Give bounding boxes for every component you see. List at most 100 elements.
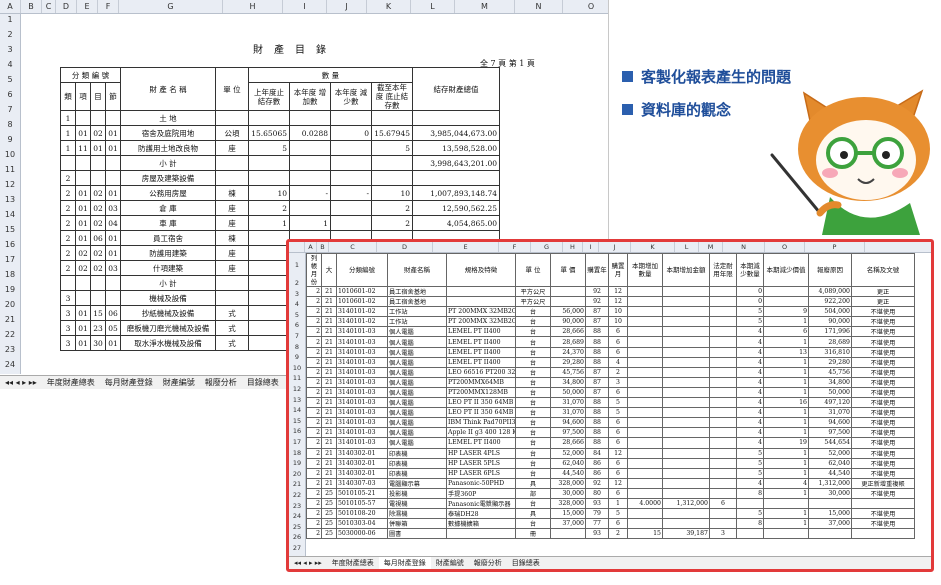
cell[interactable]: [709, 437, 737, 449]
cell[interactable]: [662, 457, 710, 469]
table-row[interactable]: 2 21 3140101-03 個人電腦 LEMEL PT II400 台 28,666 88…: [306, 326, 915, 338]
cell[interactable]: [550, 285, 586, 298]
table-row[interactable]: 2213140101-03個人電腦LEO 66516 PT200 32MB台45…: [306, 366, 915, 378]
cell[interactable]: [446, 285, 516, 298]
cell[interactable]: 29,280: [808, 356, 852, 368]
table-row[interactable]: 2 21 3140101-03 個人電腦 LEO PT II 350 64MB 台 31,0…: [306, 407, 915, 419]
column-header-h[interactable]: H: [223, 0, 283, 13]
cell[interactable]: 6: [608, 326, 628, 338]
table-row[interactable]: 2 21 3140307-03 電腦顯示幕 Panasonic-50PHD 具 328,00…: [306, 477, 915, 489]
cell[interactable]: 3140101-02: [336, 306, 388, 318]
row-header[interactable]: 2: [289, 279, 305, 287]
cell[interactable]: 印表機: [387, 467, 447, 479]
cell[interactable]: 6: [608, 487, 628, 499]
cell[interactable]: 87: [585, 366, 609, 378]
cell[interactable]: 3140101-03: [336, 336, 388, 348]
table-row[interactable]: 2 21 3140101-03 個人電腦 LEMEL PT II400 台 29,280 88…: [306, 356, 915, 368]
cell[interactable]: [709, 376, 737, 388]
cell[interactable]: 3140101-03: [336, 417, 388, 429]
cell[interactable]: 39,187: [662, 528, 710, 540]
table-row[interactable]: 1 11 01 01 防護用土地改良物座 5 5 13,598,528.00: [60, 140, 500, 156]
cell[interactable]: 21: [321, 346, 337, 358]
cell[interactable]: [851, 497, 915, 510]
cell[interactable]: 34,800: [808, 376, 852, 388]
column-header-i[interactable]: I: [283, 0, 327, 13]
cell[interactable]: HP LASER 4PLS: [446, 447, 516, 459]
row-header[interactable]: 17: [0, 255, 20, 264]
cell[interactable]: 冊: [515, 528, 551, 540]
cell[interactable]: [627, 346, 663, 358]
cell[interactable]: 21: [321, 306, 337, 318]
cell[interactable]: 3140101-03: [336, 397, 388, 409]
cell[interactable]: [736, 497, 764, 510]
cell[interactable]: 4: [736, 336, 764, 348]
row-header[interactable]: 14: [0, 210, 20, 219]
column-header-b[interactable]: B: [21, 0, 42, 13]
cell[interactable]: 88: [585, 407, 609, 419]
cell[interactable]: 6: [608, 457, 628, 469]
cell[interactable]: [662, 316, 710, 328]
row-header[interactable]: 25: [289, 523, 305, 531]
cell[interactable]: [627, 336, 663, 348]
cell[interactable]: 泰瑞DH28: [446, 508, 516, 520]
column-header-k[interactable]: K: [367, 0, 411, 13]
cell[interactable]: 21: [321, 447, 337, 459]
cell[interactable]: 21: [321, 407, 337, 419]
cell[interactable]: 1: [763, 376, 809, 388]
column-header-p[interactable]: P: [805, 242, 865, 252]
sheet-tab[interactable]: 年度財產總表: [327, 557, 379, 569]
cell[interactable]: 2: [306, 477, 322, 489]
cell[interactable]: [709, 477, 737, 489]
sheet-tab[interactable]: 每月財產登錄: [378, 557, 431, 569]
cell[interactable]: 15,000: [808, 508, 852, 520]
cell[interactable]: 25: [321, 508, 337, 520]
cell[interactable]: [627, 467, 663, 479]
cell[interactable]: [709, 356, 737, 368]
cell[interactable]: 5: [608, 397, 628, 409]
cell[interactable]: [709, 518, 737, 530]
cell[interactable]: 3140101-03: [336, 346, 388, 358]
cell[interactable]: 1: [763, 386, 809, 399]
cell[interactable]: 1: [763, 366, 809, 378]
cell[interactable]: 97,500: [550, 427, 586, 439]
column-header-a[interactable]: A: [305, 242, 317, 252]
row-header[interactable]: 7: [0, 105, 20, 114]
cell[interactable]: 25: [321, 487, 337, 499]
cell[interactable]: [709, 296, 737, 308]
cell[interactable]: 90,000: [808, 316, 852, 328]
cell[interactable]: [627, 366, 663, 378]
cell[interactable]: 90,000: [550, 316, 586, 328]
cell[interactable]: 3140101-03: [336, 366, 388, 378]
cell[interactable]: 5: [736, 467, 764, 479]
table-row[interactable]: 2 21 3140101-03 個人電腦 LEMEL PT II400 台 28,666 88…: [306, 437, 915, 449]
column-header-l[interactable]: L: [675, 242, 699, 252]
cell[interactable]: 92: [585, 477, 609, 489]
row-header[interactable]: 10: [0, 150, 20, 159]
table-row[interactable]: 2 01 02 03 倉 庫座 2 2 12,590,562.25: [60, 200, 500, 216]
cell[interactable]: 個人電腦: [387, 427, 447, 439]
cell[interactable]: 497,120: [808, 397, 852, 409]
cell[interactable]: 19: [763, 437, 809, 449]
cell[interactable]: 28,689: [808, 336, 852, 348]
cell[interactable]: 5030000-06: [336, 528, 388, 540]
column-header-i[interactable]: I: [583, 242, 599, 252]
cell[interactable]: 88: [585, 346, 609, 358]
row-header[interactable]: 5: [0, 75, 20, 84]
cell[interactable]: [808, 528, 852, 540]
cell[interactable]: 87: [585, 386, 609, 399]
cell[interactable]: 個人電腦: [387, 336, 447, 348]
cell[interactable]: 21: [321, 285, 337, 298]
cell[interactable]: 4,089,000: [808, 285, 852, 298]
cell[interactable]: [709, 508, 737, 520]
cell[interactable]: 56,000: [550, 306, 586, 318]
cell[interactable]: 台: [515, 467, 551, 479]
cell[interactable]: 2: [306, 467, 322, 479]
cell[interactable]: 個人電腦: [387, 407, 447, 419]
table-row[interactable]: 2 房屋及建築設備: [60, 170, 500, 186]
cell[interactable]: 台: [515, 447, 551, 459]
table-row[interactable]: 2 21 3140101-02 工作站 PT 200MMX 32MB2GB 台 56,000…: [306, 306, 915, 318]
cell[interactable]: 4: [736, 477, 764, 489]
cell[interactable]: 10: [608, 306, 628, 318]
cell[interactable]: 1: [763, 356, 809, 368]
row-header[interactable]: 14: [289, 406, 305, 414]
